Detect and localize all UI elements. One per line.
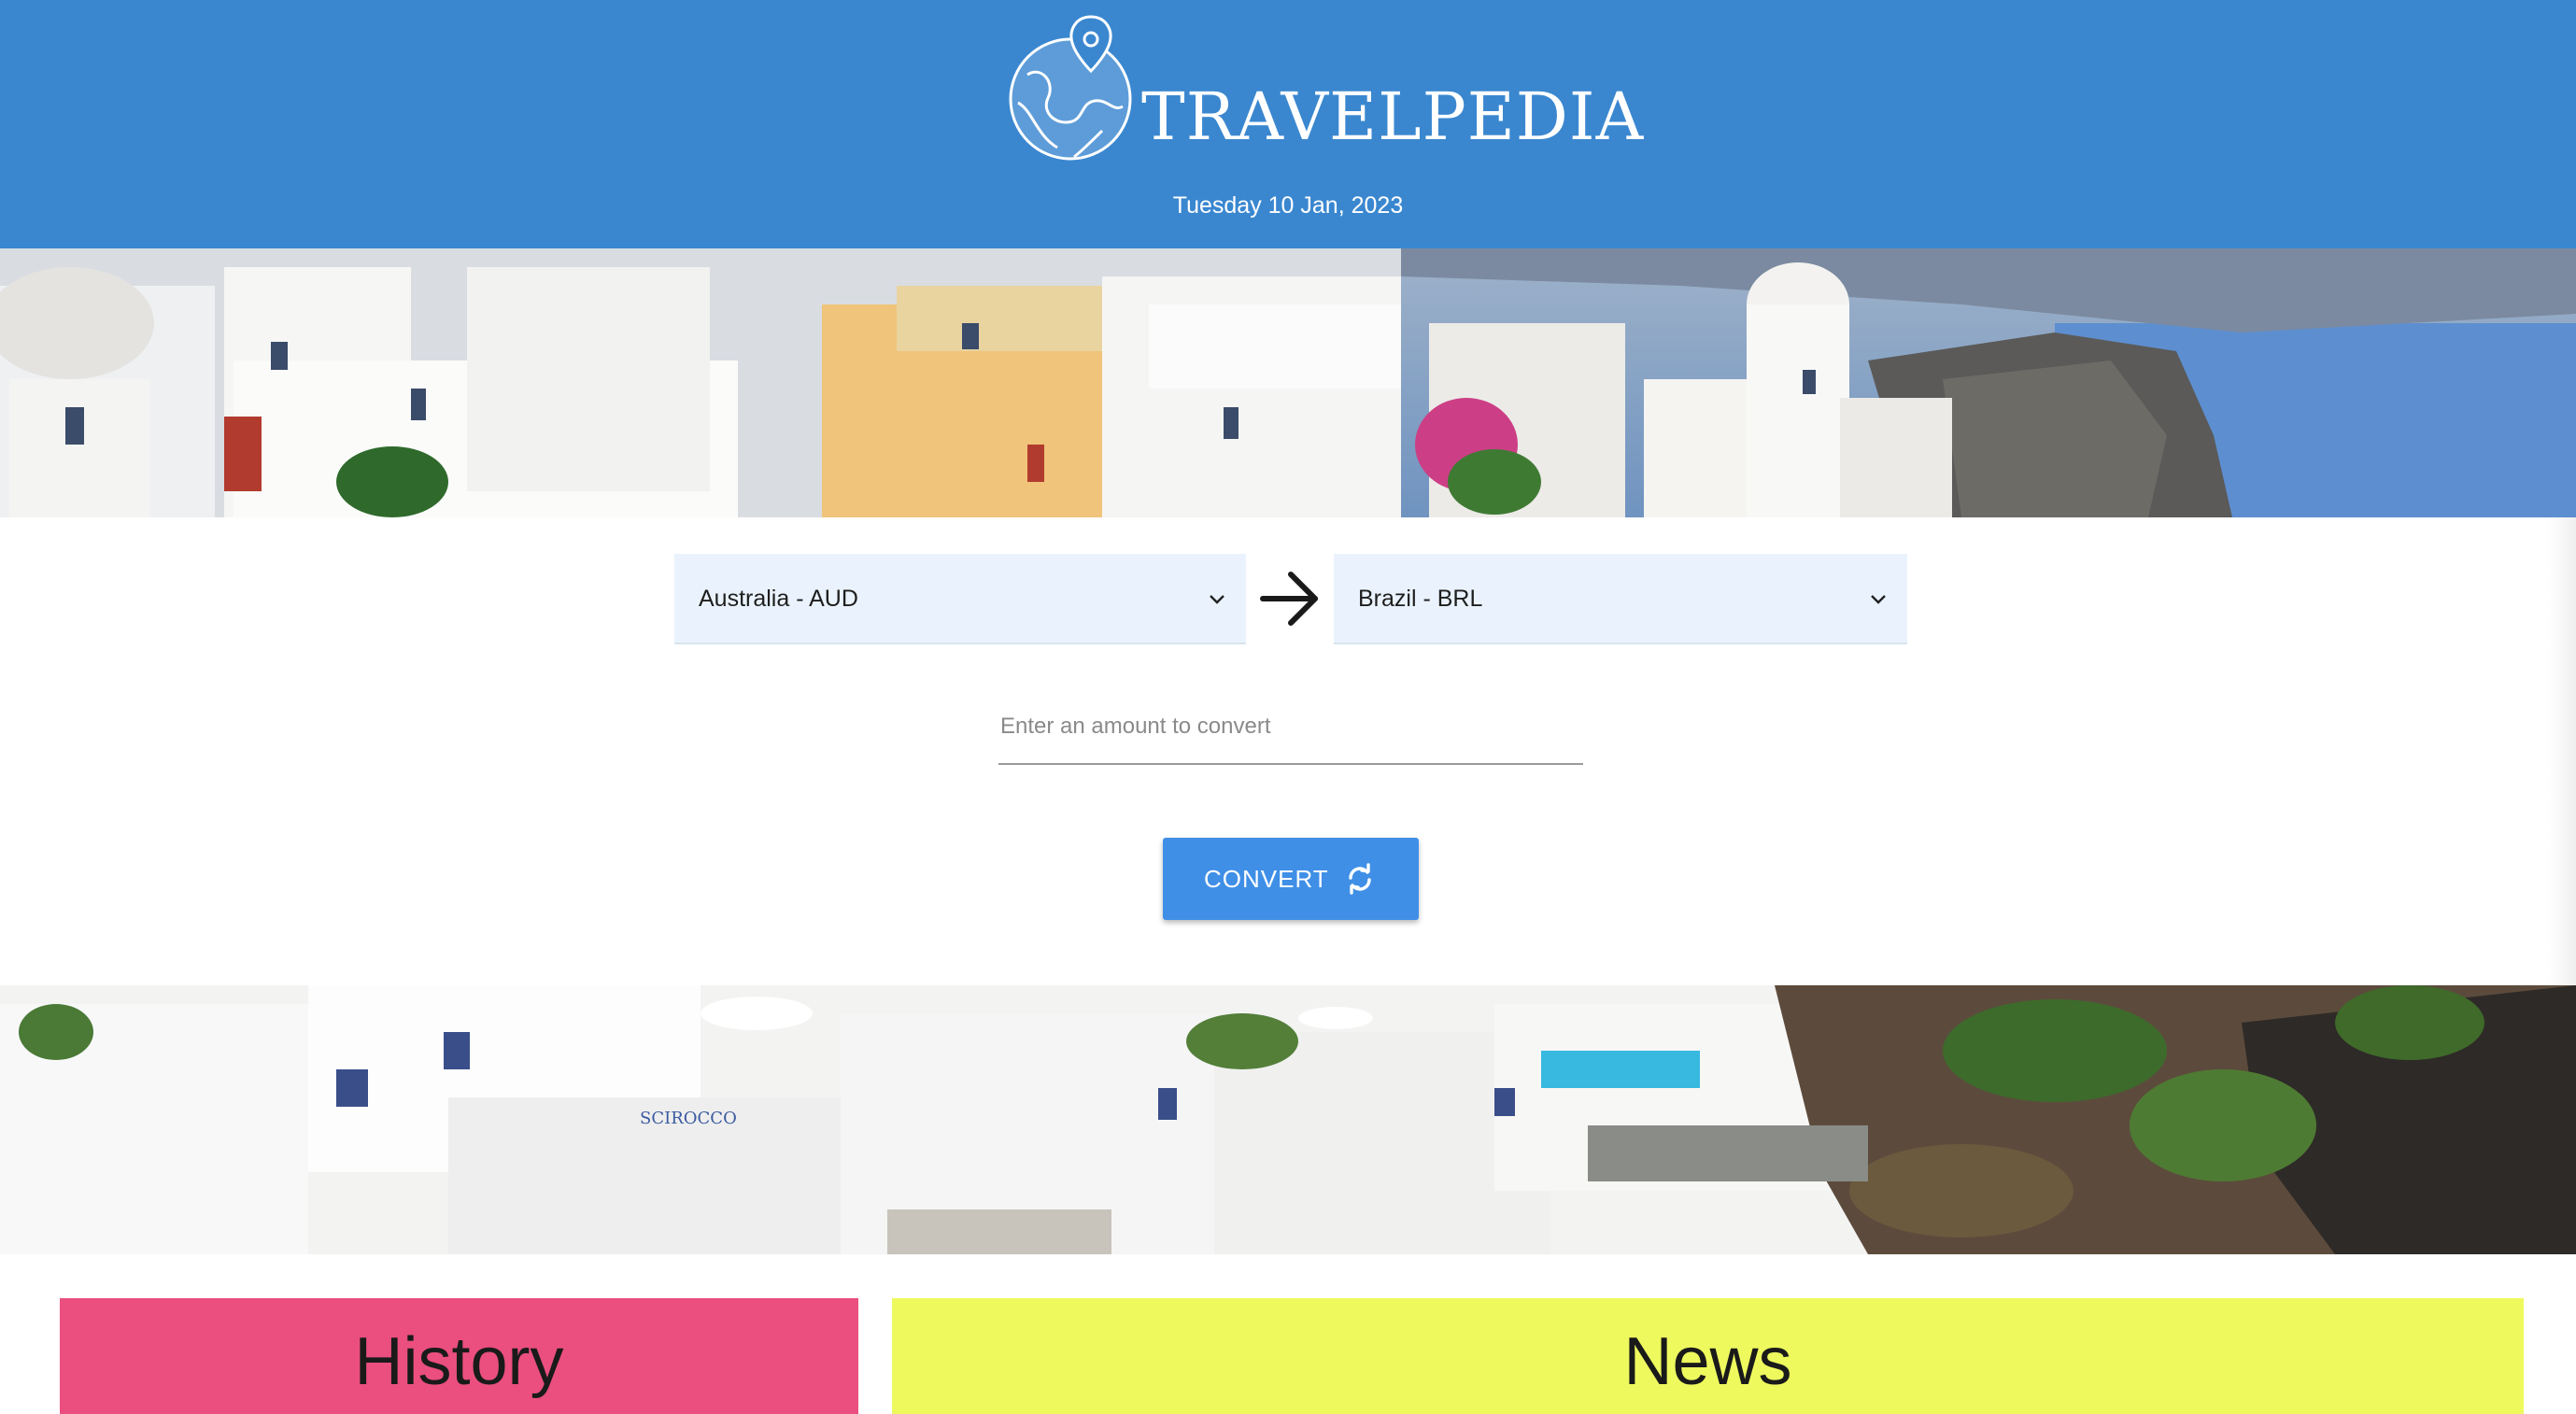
banner-image-bottom: SCIROCCO [0, 985, 2576, 1254]
site-header: TRAVELPEDIA Tuesday 10 Jan, 2023 [0, 0, 2576, 248]
current-date: Tuesday 10 Jan, 2023 [1172, 192, 1404, 219]
news-section-card[interactable]: News [892, 1298, 2524, 1414]
from-currency-select[interactable]: Australia - AUD [674, 554, 1246, 644]
chevron-down-icon [1871, 595, 1886, 604]
globe-location-pin-icon [1009, 15, 1132, 161]
refresh-icon [1349, 863, 1371, 895]
history-section-title: History [354, 1324, 564, 1399]
history-section-card[interactable]: History [60, 1298, 858, 1414]
news-section-title: News [1623, 1324, 1792, 1399]
to-currency-value: Brazil - BRL [1358, 586, 1483, 612]
convert-button[interactable]: CONVERT [1163, 838, 1419, 920]
page-edge-shadow [2548, 517, 2576, 985]
from-currency-value: Australia - AUD [699, 586, 858, 612]
brand-name: TRAVELPEDIA [1141, 78, 1645, 155]
brand-logo[interactable]: TRAVELPEDIA [990, 9, 1643, 168]
arrow-right-icon [1260, 572, 1318, 626]
svg-text:SCIROCCO: SCIROCCO [640, 1109, 737, 1128]
to-currency-select[interactable]: Brazil - BRL [1334, 554, 1907, 644]
chevron-down-icon [1210, 595, 1224, 604]
convert-button-label: CONVERT [1204, 865, 1329, 893]
amount-input[interactable] [998, 703, 1583, 765]
banner-image-top [0, 248, 2576, 517]
amount-field [998, 703, 1583, 765]
